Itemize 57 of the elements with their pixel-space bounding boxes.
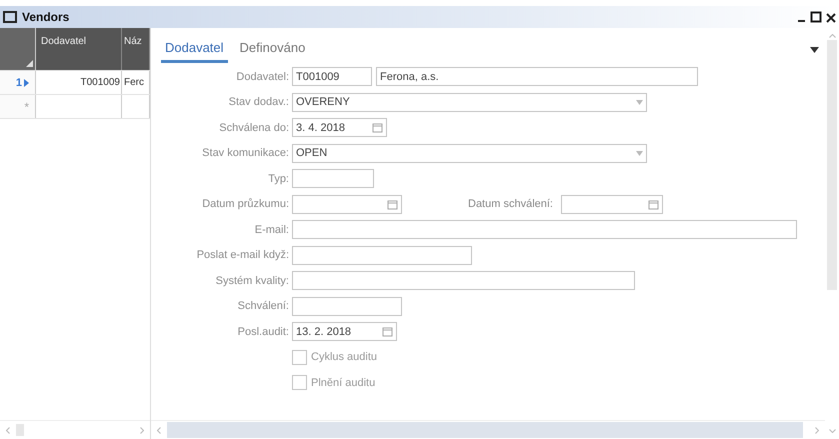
field-label: Datum průzkumu: xyxy=(201,198,290,210)
scroll-thumb[interactable] xyxy=(16,424,24,436)
field-label: Dodavatel: xyxy=(235,70,290,83)
field-label: Schválena do: xyxy=(218,122,290,134)
scroll-down-icon[interactable] xyxy=(828,429,836,433)
field-label: Poslat e-mail když: xyxy=(196,249,290,262)
input-field[interactable] xyxy=(292,220,797,240)
maximize-icon[interactable] xyxy=(810,11,822,23)
calendar-icon[interactable] xyxy=(387,198,398,210)
date-field[interactable] xyxy=(292,194,402,214)
checkbox-label: Plnění auditu xyxy=(311,376,376,389)
field-label: Schválení: xyxy=(236,300,290,312)
checkbox[interactable] xyxy=(292,375,307,390)
input-field[interactable] xyxy=(292,296,402,316)
field-label: Stav komunikace: xyxy=(201,147,290,160)
input-field[interactable] xyxy=(292,271,635,290)
table-cell: T001009 xyxy=(36,71,122,94)
corner-cell[interactable] xyxy=(0,28,36,70)
table-cell: Ferc xyxy=(122,71,150,94)
column-header[interactable]: Náz xyxy=(122,28,150,70)
scroll-right-icon[interactable] xyxy=(140,426,144,434)
dropdown-icon[interactable] xyxy=(810,46,819,52)
calendar-icon[interactable] xyxy=(372,122,383,134)
close-icon[interactable] xyxy=(826,11,836,23)
input-field[interactable] xyxy=(292,169,374,188)
date-field[interactable] xyxy=(560,194,663,214)
dropdown[interactable]: OVERENY xyxy=(292,92,647,112)
scroll-up-icon[interactable] xyxy=(828,34,836,38)
calendar-icon[interactable] xyxy=(648,198,659,210)
scroll-left-icon[interactable] xyxy=(6,426,10,434)
field-label: Stav dodav.: xyxy=(228,96,290,108)
corner-triangle-icon xyxy=(26,60,33,67)
dropdown-arrow-icon[interactable] xyxy=(636,100,643,105)
row-pointer-icon xyxy=(24,78,29,86)
window-title: Vendors xyxy=(22,10,70,24)
date-field[interactable]: 3. 4. 2018 xyxy=(292,118,387,138)
input-field[interactable]: Ferona, a.s. xyxy=(376,67,698,86)
input-field[interactable]: T001009 xyxy=(292,67,372,86)
checkbox[interactable] xyxy=(292,350,307,365)
tab[interactable]: Definováno xyxy=(236,36,310,63)
date-field[interactable]: 13. 2. 2018 xyxy=(292,322,397,342)
row-header[interactable]: 1 xyxy=(0,71,36,94)
dropdown[interactable]: OPEN xyxy=(292,144,647,163)
scroll-thumb[interactable] xyxy=(166,422,804,438)
field-label: Systém kvality: xyxy=(214,274,290,287)
field-label: Typ: xyxy=(267,172,290,185)
window-icon xyxy=(3,11,17,23)
dropdown-arrow-icon[interactable] xyxy=(636,150,643,156)
input-field[interactable] xyxy=(292,246,472,265)
field-label: E-mail: xyxy=(254,224,290,236)
calendar-icon[interactable] xyxy=(382,326,393,338)
field-label: Datum schválení: xyxy=(468,198,554,210)
tab[interactable]: Dodavatel xyxy=(161,36,228,63)
scroll-right-icon[interactable] xyxy=(815,426,819,434)
field-label: Posl.audit: xyxy=(236,326,290,338)
scroll-left-icon[interactable] xyxy=(157,426,161,434)
checkbox-label: Cyklus auditu xyxy=(311,351,378,364)
